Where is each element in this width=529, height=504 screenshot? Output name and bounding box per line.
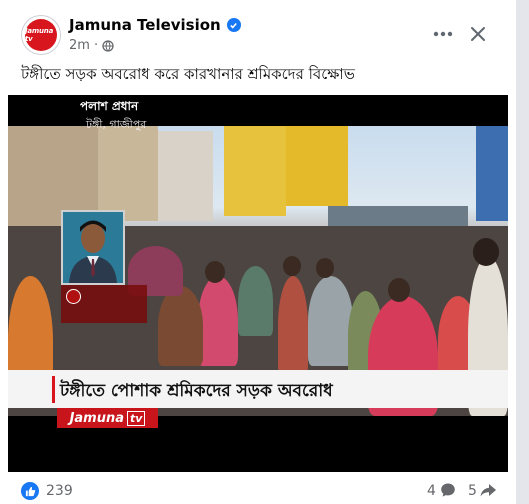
page-avatar[interactable]: Jamuna tv: [21, 15, 61, 55]
distant-vehicles: [328, 206, 468, 226]
globe-icon: [102, 39, 114, 52]
share-icon[interactable]: [479, 481, 497, 499]
protester-head: [283, 256, 301, 276]
protester: [158, 286, 203, 366]
channel-logo: Jamuna tv: [57, 408, 158, 428]
verified-badge-icon: [226, 18, 241, 32]
building-left-3: [158, 131, 213, 221]
page-name[interactable]: Jamuna Television: [69, 16, 241, 34]
reporter-portrait-icon: [63, 212, 123, 283]
video-player[interactable]: পলাশ প্রধান টঙ্গী, গাজীপুর টঙ্গীতে পোশাক…: [8, 95, 508, 472]
headline-accent: [52, 376, 55, 403]
protester-head: [388, 278, 410, 302]
comment-icon[interactable]: [440, 482, 456, 498]
reporter-photo: [61, 210, 125, 285]
post-time[interactable]: 2m: [69, 38, 90, 53]
jamuna-logo-icon: Jamuna tv: [25, 19, 57, 51]
building-yellow-2: [286, 126, 348, 206]
scrollbar-track[interactable]: [516, 0, 529, 504]
phone-icon: [66, 289, 81, 304]
protester-head: [473, 238, 499, 266]
protester: [308, 276, 353, 366]
channel-logo-text: Jamuna: [69, 410, 124, 426]
video-headline: টঙ্গীতে পোশাক শ্রমিকদের সড়ক অবরোধ: [60, 381, 333, 401]
protester: [278, 276, 308, 376]
page-name-label[interactable]: Jamuna Television: [69, 16, 221, 34]
post-meta: 2m ·: [69, 38, 114, 53]
close-button[interactable]: [466, 22, 490, 46]
post-footer: 239 4 5: [0, 472, 516, 504]
like-reaction-icon[interactable]: [21, 482, 39, 500]
protester: [198, 276, 238, 366]
reporter-name: পলাশ প্রধান: [80, 99, 139, 113]
building-yellow: [224, 126, 286, 216]
post-caption: টঙ্গীতে সড়ক অবরোধ করে কারখানার শ্রমিকদে…: [21, 65, 355, 83]
protester: [238, 266, 273, 336]
building-left-2: [98, 126, 158, 221]
building-right: [476, 126, 508, 221]
more-options-button[interactable]: [431, 22, 455, 46]
like-count[interactable]: 239: [46, 483, 73, 499]
close-icon: [471, 27, 485, 41]
protester-head: [316, 258, 334, 278]
protester-head: [205, 261, 225, 283]
post-card: Jamuna tv Jamuna Television 2m · টঙ্গীতে…: [0, 0, 516, 504]
more-dots-icon: [433, 31, 453, 37]
headline-ticker: টঙ্গীতে পোশাক শ্রমিকদের সড়ক অবরোধ: [8, 370, 508, 408]
comment-count[interactable]: 4: [427, 483, 436, 499]
reporter-location: টঙ্গী, গাজীপুর: [86, 118, 147, 131]
meta-separator: ·: [93, 38, 99, 53]
channel-logo-suffix: tv: [127, 410, 146, 426]
share-count[interactable]: 5: [468, 483, 477, 499]
